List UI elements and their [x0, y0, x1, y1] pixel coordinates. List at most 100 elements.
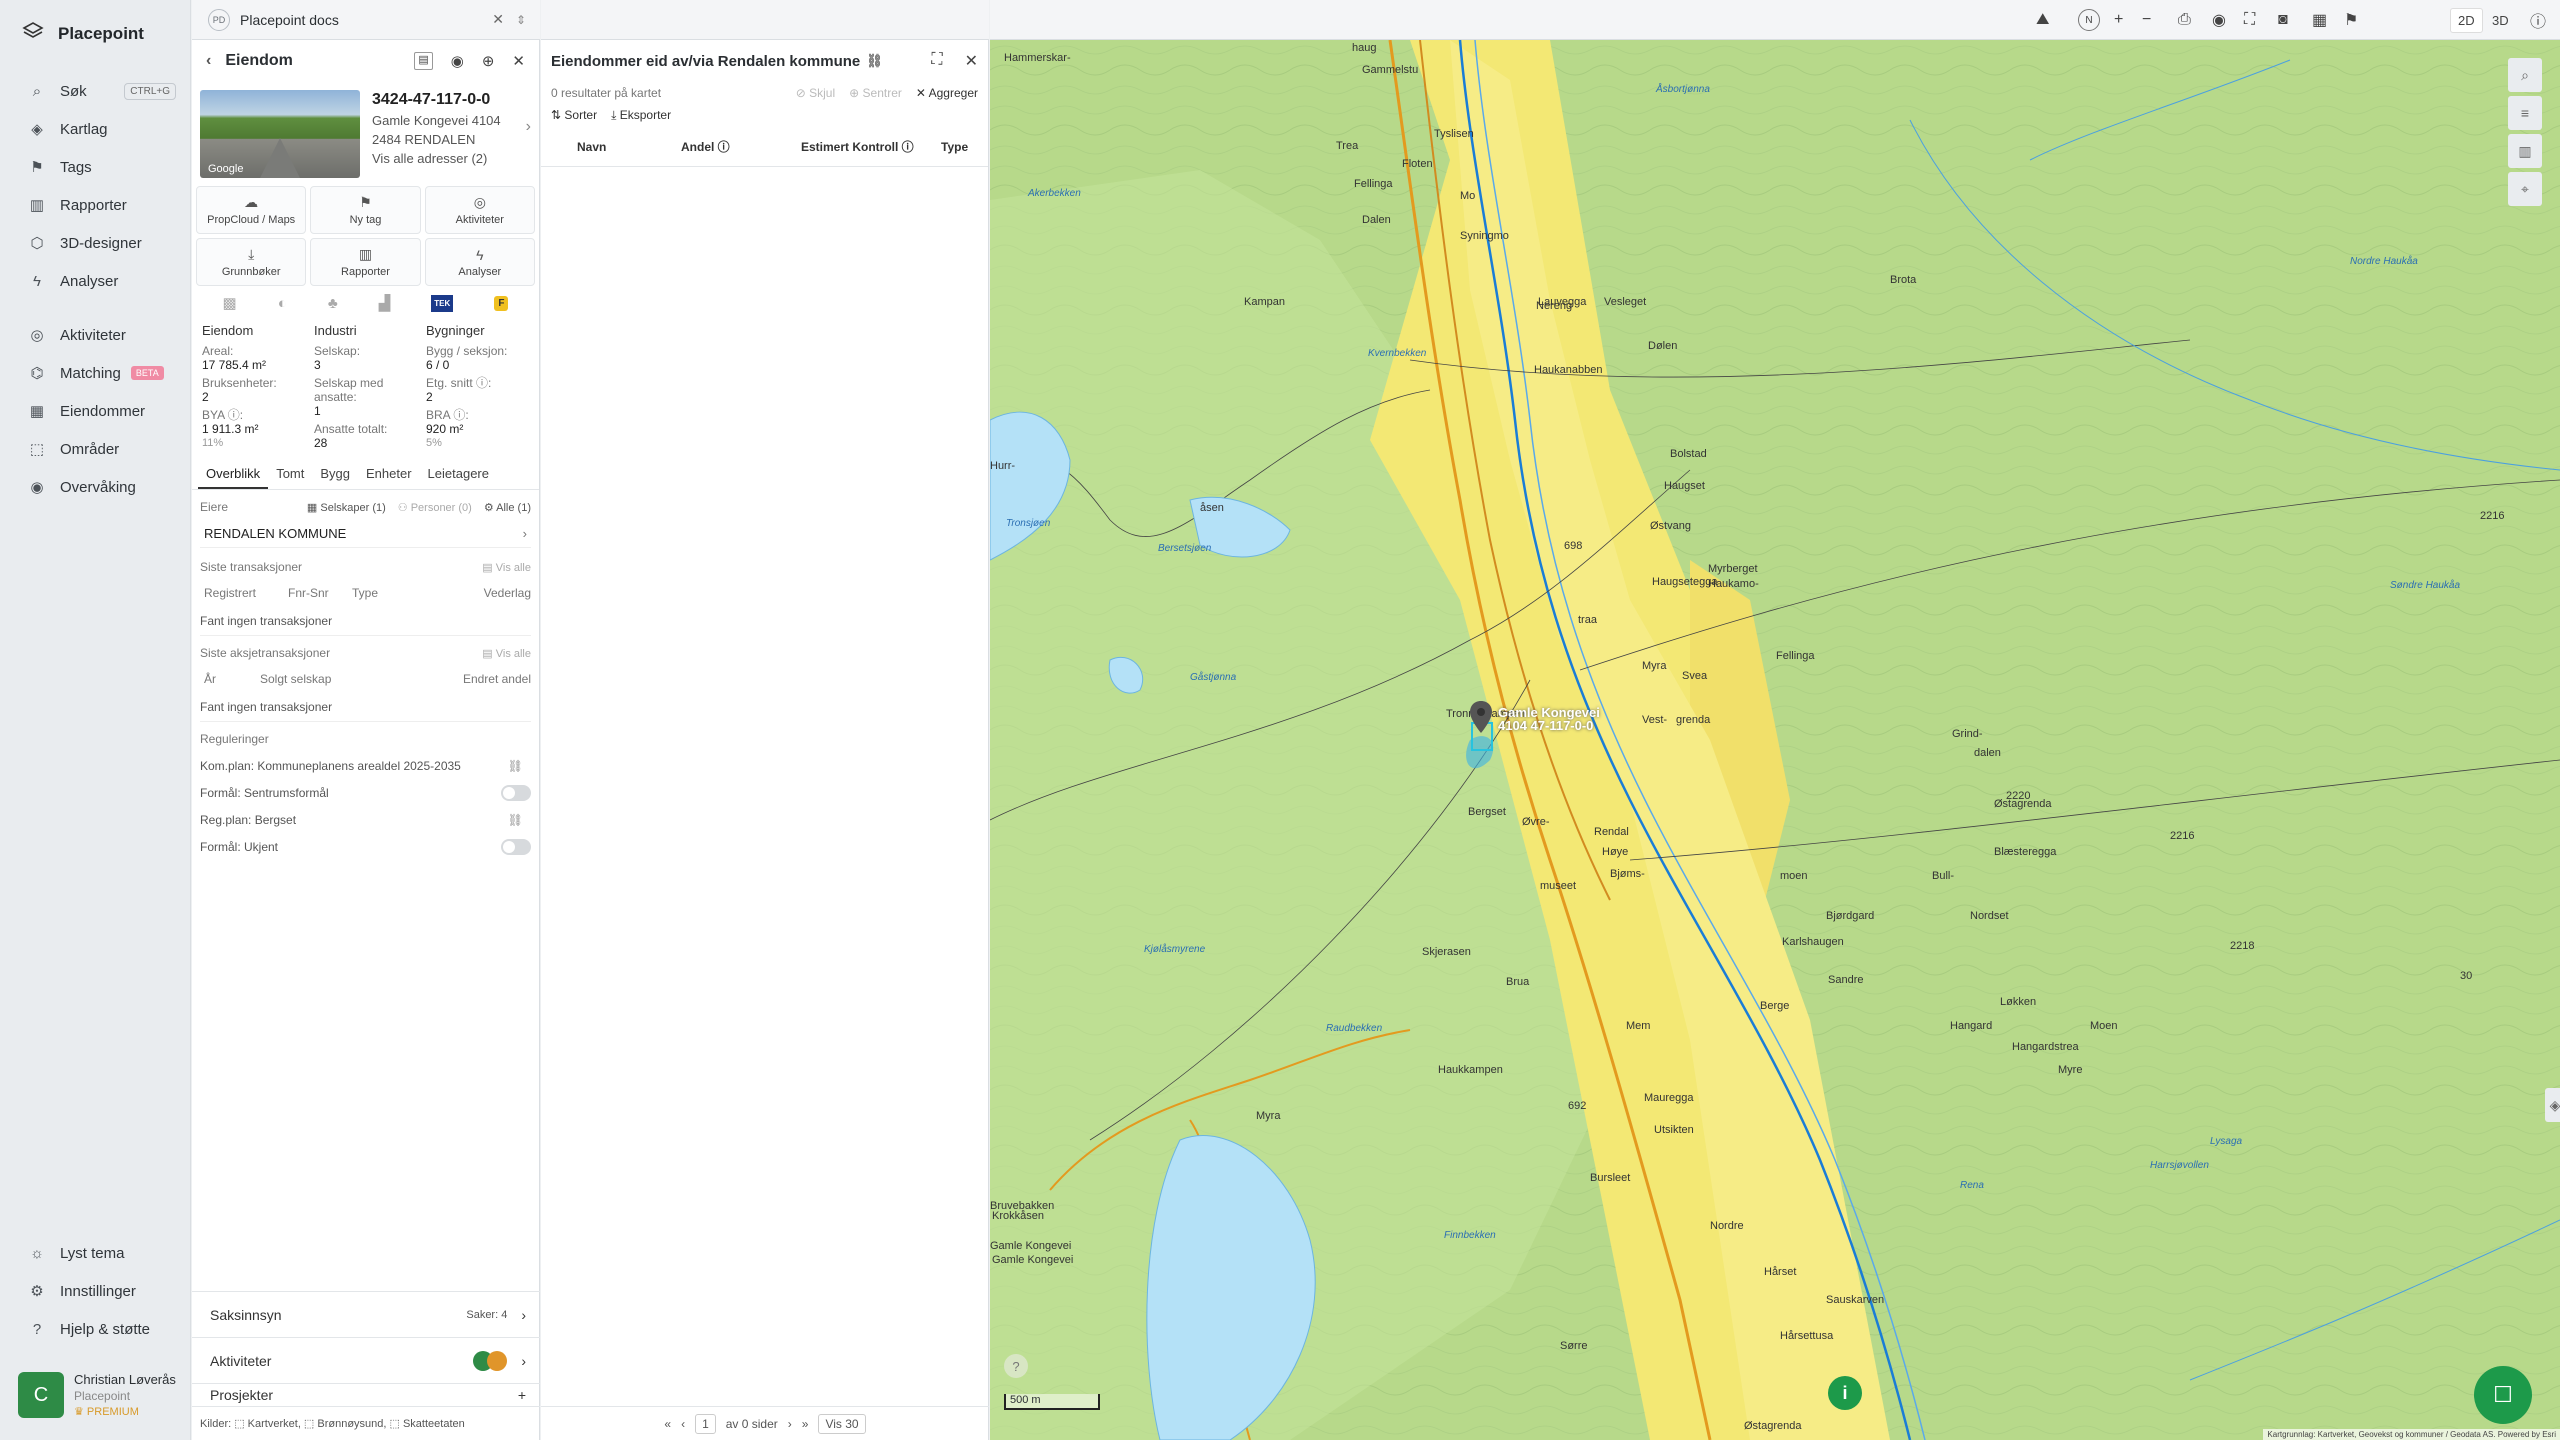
link-icon[interactable]: ⛓: [508, 759, 523, 773]
owner-row[interactable]: RENDALEN KOMMUNE ›: [200, 520, 531, 548]
f-logo-icon[interactable]: F: [494, 295, 509, 311]
document-tab[interactable]: PD Placepoint docs ✕ ⇕: [192, 0, 540, 40]
bookmark-icon[interactable]: ⚑: [2344, 0, 2358, 40]
filter-all[interactable]: ⚙ Alle (1): [484, 501, 531, 514]
close-icon[interactable]: ✕: [965, 51, 978, 71]
filter-persons[interactable]: ⚇ Personer (0): [398, 501, 472, 514]
nav-item-innstillinger[interactable]: ⚙ Innstillinger: [0, 1272, 190, 1310]
map-tool-measure-icon[interactable]: ⌖: [2508, 172, 2542, 206]
nav-item-aktiviteter[interactable]: ◎ Aktiviteter: [0, 316, 190, 354]
map-canvas[interactable]: Hammerskar-haug Gammelstu Tyslisen Trea Flot…: [990, 40, 2560, 1440]
eye-icon[interactable]: ◉: [2212, 0, 2226, 40]
nav-item-matching[interactable]: ⌬ Matching BETA: [0, 354, 190, 392]
all-addresses-link[interactable]: Vis alle adresser (2): [372, 149, 501, 168]
tab-leietagere[interactable]: Leietagere: [420, 466, 497, 489]
action-aktiviteter[interactable]: ◎ Aktiviteter: [424, 186, 535, 234]
link-icon[interactable]: ⛓: [866, 53, 883, 69]
zoom-in-icon[interactable]: +: [2114, 0, 2123, 40]
tab-bygg[interactable]: Bygg: [312, 466, 358, 489]
close-tab-icon[interactable]: ✕: [492, 11, 504, 28]
accordion-aktiviteter[interactable]: Aktiviteter ›: [192, 1337, 540, 1383]
print-icon[interactable]: ⎙: [2178, 0, 2191, 40]
id-card-icon[interactable]: ▤: [414, 52, 433, 70]
map-pin[interactable]: [1468, 700, 1494, 739]
sort-button[interactable]: ⇅ Sorter: [551, 108, 597, 123]
tag-icon: ⚑: [359, 194, 372, 210]
nav-item-lyst-tema[interactable]: ☼ Lyst tema: [0, 1234, 190, 1272]
close-icon[interactable]: ✕: [512, 52, 525, 70]
prev-page-icon[interactable]: ‹: [681, 1417, 685, 1431]
fullscreen-icon[interactable]: ⛶: [2244, 0, 2255, 40]
show-all-link[interactable]: ▤ Vis alle: [482, 561, 531, 574]
tab-enheter[interactable]: Enheter: [358, 466, 420, 489]
tab-overblikk[interactable]: Overblikk: [198, 466, 269, 489]
last-page-icon[interactable]: »: [802, 1417, 809, 1431]
nav-item-analyser[interactable]: ϟ Analyser: [0, 262, 190, 300]
zoom-out-icon[interactable]: −: [2142, 0, 2151, 40]
mode-3d-button[interactable]: 3D: [2492, 0, 2509, 40]
hide-button[interactable]: ⊘ Skjul: [796, 86, 835, 100]
accordion-saksinnsyn[interactable]: Saksinnsyn Saker: 4 ›: [192, 1291, 540, 1337]
tek-logo-icon[interactable]: TEK: [431, 294, 454, 312]
chat-fab-icon[interactable]: ☐: [2474, 1366, 2532, 1424]
map-tool-layers-icon[interactable]: ≡: [2508, 96, 2542, 130]
link-icon[interactable]: ⛓: [508, 813, 523, 827]
map-tool-search-icon[interactable]: ⌕: [2508, 58, 2542, 92]
nav-item-hjelp-st-tte[interactable]: ? Hjelp & støtte: [0, 1310, 190, 1348]
col-name[interactable]: Navn: [577, 140, 681, 154]
action-grunnb-ker[interactable]: ⤓ Grunnbøker: [196, 238, 307, 286]
regulation-toggle[interactable]: [501, 838, 531, 855]
map-tool-chart-icon[interactable]: ▥: [2508, 134, 2542, 168]
export-button[interactable]: ⤓ Eksporter: [611, 108, 671, 123]
camera-icon[interactable]: ◙: [2278, 0, 2288, 40]
eye-icon[interactable]: ◉: [451, 52, 464, 70]
nav-item-rapporter[interactable]: ▥ Rapporter: [0, 186, 190, 224]
mode-2d-button[interactable]: 2D: [2450, 0, 2483, 40]
app-brand[interactable]: Placepoint: [22, 20, 144, 47]
source-logo-2-icon[interactable]: ◐: [278, 295, 287, 312]
expand-icon[interactable]: ⛶: [931, 51, 942, 71]
source-logo-4-icon[interactable]: ▟: [379, 294, 391, 312]
chevron-updown-icon[interactable]: ⇕: [516, 13, 526, 27]
nav-item-eiendommer[interactable]: ▦ Eiendommer: [0, 392, 190, 430]
street-view-photo[interactable]: Google: [200, 90, 360, 178]
next-page-icon[interactable]: ›: [788, 1417, 792, 1431]
map-tool-side-icon[interactable]: ◈: [2545, 1088, 2560, 1122]
plus-icon[interactable]: +: [518, 1387, 526, 1403]
back-icon[interactable]: ‹: [206, 52, 211, 70]
show-all-link[interactable]: ▤ Vis alle: [482, 647, 531, 660]
target-icon[interactable]: ⊕: [482, 52, 495, 70]
nav-item-søk[interactable]: ⌕ Søk CTRL+G: [0, 72, 190, 110]
accordion-prosjekter[interactable]: Prosjekter +: [192, 1383, 540, 1406]
user-card[interactable]: C Christian Løverås Placepoint ♛ PREMIUM: [18, 1372, 176, 1420]
col-control[interactable]: Estimert Kontroll ⓘ: [801, 138, 941, 155]
action-rapporter[interactable]: ▥ Rapporter: [310, 238, 421, 286]
regulation-toggle[interactable]: [501, 784, 531, 801]
page-input[interactable]: 1: [695, 1413, 716, 1434]
nav-item-områder[interactable]: ⬚ Områder: [0, 430, 190, 468]
page-size-select[interactable]: Vis 30: [818, 1413, 866, 1434]
nav-item-3d-designer[interactable]: ⬡ 3D-designer: [0, 224, 190, 262]
info-icon[interactable]: ⓘ: [2530, 0, 2546, 40]
center-button[interactable]: ⊕ Sentrer: [849, 86, 902, 100]
filter-companies[interactable]: ▦ Selskaper (1): [307, 501, 386, 514]
source-logo-1-icon[interactable]: ▩: [223, 294, 237, 312]
nav-item-overvåking[interactable]: ◉ Overvåking: [0, 468, 190, 506]
compass-button[interactable]: N: [2078, 0, 2100, 40]
nav-item-kartlag[interactable]: ◈ Kartlag: [0, 110, 190, 148]
col-share[interactable]: Andel ⓘ: [681, 138, 801, 155]
aggregate-button[interactable]: ✕ Aggreger: [916, 86, 978, 100]
action-analyser[interactable]: ϟ Analyser: [424, 238, 535, 286]
info-fab-icon[interactable]: i: [1828, 1376, 1862, 1410]
first-page-icon[interactable]: «: [664, 1417, 671, 1431]
tab-tomt[interactable]: Tomt: [268, 466, 312, 489]
map-help-icon[interactable]: ?: [1004, 1354, 1028, 1378]
action-ny-tag[interactable]: ⚑ Ny tag: [310, 186, 421, 234]
grid-icon[interactable]: ▦: [2312, 0, 2327, 40]
chevron-right-icon[interactable]: ›: [526, 118, 531, 178]
action-propcloud-maps[interactable]: ☁ PropCloud / Maps: [196, 186, 307, 234]
layers-toggle-icon[interactable]: ⛰: [2036, 0, 2049, 40]
source-logo-3-icon[interactable]: ♣: [328, 295, 338, 312]
col-type[interactable]: Type: [941, 140, 968, 154]
nav-item-tags[interactable]: ⚑ Tags: [0, 148, 190, 186]
